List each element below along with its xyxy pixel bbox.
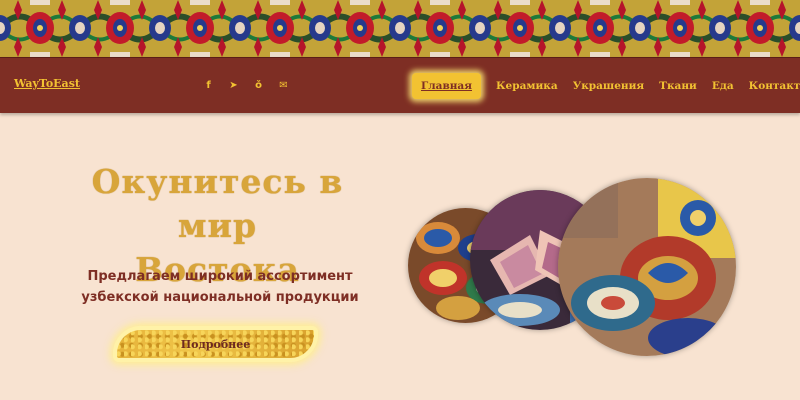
nav-item-home[interactable]: Главная [412,72,481,99]
more-button[interactable]: Подробнее [113,326,318,362]
nav-item-ceramics[interactable]: Керамика [496,80,558,92]
odnoklassniki-icon[interactable]: ǒ [251,78,266,93]
facebook-icon[interactable]: f [201,78,216,93]
nav-item-fabrics[interactable]: Ткани [659,80,697,92]
site-header: WayToEast f ➤ ǒ ✉ Главная Керамика Украш… [0,57,800,113]
social-links: f ➤ ǒ ✉ [201,78,301,93]
nav-item-contacts[interactable]: Контакты [749,80,800,92]
hero-subtitle-line2: узбекской национальной продукции [81,290,359,305]
site-logo[interactable]: WayToEast [14,77,80,90]
mail-icon[interactable]: ✉ [276,78,291,93]
hero-title-line1: Окунитесь в мир [91,162,344,245]
hero-subtitle-line1: Предлагаем широкий ассортимент [87,269,353,284]
more-button-wrap: Подробнее [113,326,318,362]
main-nav: Главная Керамика Украшения Ткани Еда Кон… [412,70,800,101]
nav-item-jewelry[interactable]: Украшения [573,80,644,92]
telegram-icon[interactable]: ➤ [226,78,241,93]
nav-item-food[interactable]: Еда [712,80,734,92]
pottery-photo [558,178,736,356]
ikat-pattern-banner [0,0,800,57]
hero-subtitle: Предлагаем широкий ассортимент узбекской… [70,266,370,308]
